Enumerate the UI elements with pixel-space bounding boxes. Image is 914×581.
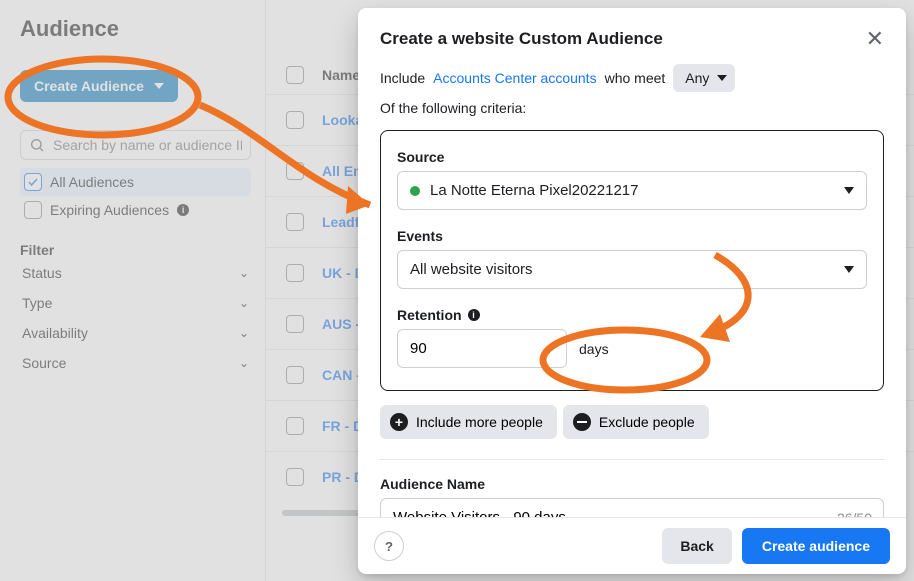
filter-all-label: All Audiences	[50, 174, 134, 190]
search-icon	[29, 137, 45, 153]
criteria-box: Source La Notte Eterna Pixel20221217 Eve…	[380, 130, 884, 391]
row-checkbox[interactable]	[286, 111, 304, 129]
close-button[interactable]: ✕	[866, 26, 884, 52]
accounts-center-link[interactable]: Accounts Center accounts	[433, 70, 596, 86]
chevron-down-icon: ⌄	[239, 266, 249, 280]
row-checkbox[interactable]	[286, 264, 304, 282]
include-more-button[interactable]: Include more people	[380, 405, 557, 439]
left-column: Audience Create Audience All Audiences E…	[0, 0, 265, 581]
events-label: Events	[397, 228, 867, 244]
row-checkbox[interactable]	[286, 162, 304, 180]
chevron-down-icon: ⌄	[239, 296, 249, 310]
info-icon: i	[468, 309, 480, 321]
select-all-checkbox[interactable]	[286, 66, 304, 84]
minus-icon	[573, 413, 591, 431]
row-checkbox[interactable]	[286, 417, 304, 435]
exclude-people-button[interactable]: Exclude people	[563, 405, 709, 439]
back-button[interactable]: Back	[662, 528, 731, 564]
column-name: Name	[322, 67, 360, 83]
filter-status[interactable]: Status⌄	[20, 258, 251, 288]
create-custom-audience-modal: Create a website Custom Audience ✕ Inclu…	[358, 8, 906, 574]
row-checkbox[interactable]	[286, 315, 304, 333]
chevron-down-icon: ⌄	[239, 326, 249, 340]
filter-all-audiences[interactable]: All Audiences	[20, 168, 251, 196]
events-value: All website visitors	[410, 261, 533, 278]
chevron-down-icon	[844, 187, 854, 194]
modal-body: Include Accounts Center accounts who mee…	[358, 62, 906, 517]
row-checkbox[interactable]	[286, 213, 304, 231]
filter-availability[interactable]: Availability⌄	[20, 318, 251, 348]
create-audience-button[interactable]: Create Audience	[20, 70, 178, 102]
filter-source[interactable]: Source⌄	[20, 348, 251, 378]
divider	[380, 459, 884, 460]
retention-label: Retention i	[397, 307, 867, 323]
filter-type[interactable]: Type⌄	[20, 288, 251, 318]
filter-expiring-audiences[interactable]: Expiring Audiences i	[20, 196, 251, 224]
info-icon: i	[177, 204, 189, 216]
search-input-wrapper[interactable]	[20, 130, 251, 160]
page-title: Audience	[20, 16, 251, 42]
source-select[interactable]: La Notte Eterna Pixel20221217	[397, 171, 867, 210]
audience-name-input[interactable]	[380, 498, 884, 517]
chevron-down-icon: ⌄	[239, 356, 249, 370]
pixel-active-icon	[410, 186, 420, 196]
include-criteria-line: Include Accounts Center accounts who mee…	[380, 64, 884, 116]
audience-name-label: Audience Name	[380, 476, 884, 492]
events-select[interactable]: All website visitors	[397, 250, 867, 289]
checkbox-checked-icon	[24, 173, 42, 191]
source-label: Source	[397, 149, 867, 165]
row-checkbox[interactable]	[286, 468, 304, 486]
row-checkbox[interactable]	[286, 366, 304, 384]
chevron-down-icon	[154, 83, 164, 89]
chevron-down-icon	[844, 266, 854, 273]
close-icon: ✕	[866, 26, 884, 51]
filter-heading: Filter	[20, 242, 251, 258]
create-audience-label: Create Audience	[34, 78, 144, 94]
include-exclude-row: Include more people Exclude people	[380, 405, 884, 439]
modal-header: Create a website Custom Audience ✕	[358, 8, 906, 62]
any-dropdown[interactable]: Any	[673, 64, 735, 92]
modal-title: Create a website Custom Audience	[380, 29, 663, 49]
filter-expiring-label: Expiring Audiences	[50, 202, 169, 218]
plus-icon	[390, 413, 408, 431]
help-button[interactable]: ?	[374, 531, 404, 561]
modal-footer: ? Back Create audience	[358, 517, 906, 574]
chevron-down-icon	[717, 75, 727, 81]
audience-filters: All Audiences Expiring Audiences i	[20, 168, 251, 224]
create-audience-submit-button[interactable]: Create audience	[742, 528, 890, 564]
audience-name-counter: 26/50	[837, 510, 872, 518]
search-input[interactable]	[53, 137, 242, 153]
checkbox-icon	[24, 201, 42, 219]
source-value: La Notte Eterna Pixel20221217	[430, 182, 638, 199]
help-icon: ?	[385, 539, 393, 554]
retention-input[interactable]	[397, 329, 567, 368]
retention-unit: days	[579, 341, 609, 357]
retention-row: days	[397, 329, 867, 368]
